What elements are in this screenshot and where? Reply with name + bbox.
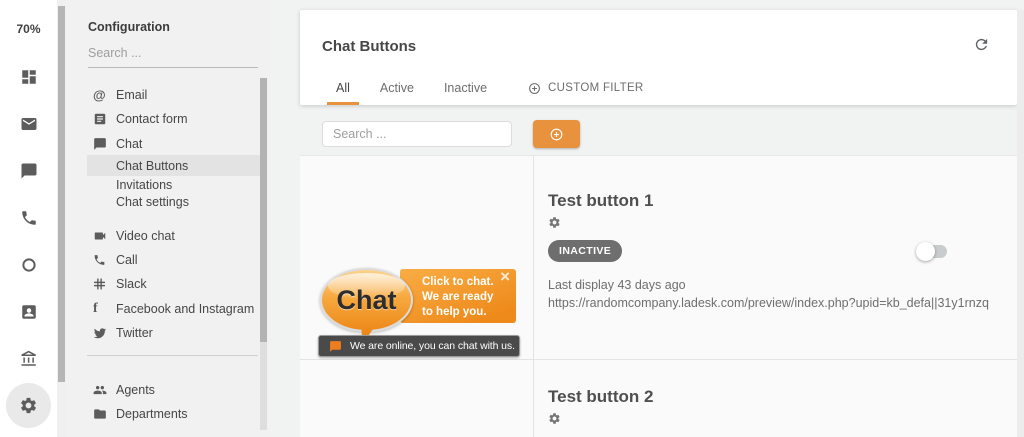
tab-label: Inactive — [444, 81, 487, 95]
gear-icon — [19, 396, 38, 415]
sidebar-item-email[interactable]: @ Email — [66, 84, 258, 106]
mail-icon[interactable] — [0, 115, 57, 133]
sidebar-item-label: Twitter — [116, 326, 153, 340]
sidebar-item-call[interactable]: Call — [66, 249, 258, 271]
sidebar-item-label: Chat Buttons — [116, 159, 188, 173]
slack-icon — [93, 278, 106, 291]
sidebar-divider — [87, 355, 258, 356]
sidebar-item-agents[interactable]: Agents — [66, 379, 258, 401]
tab-label: All — [336, 81, 350, 95]
custom-filter-button[interactable]: CUSTOM FILTER — [516, 71, 655, 105]
column-divider — [533, 156, 534, 437]
page-title: Chat Buttons — [322, 38, 416, 55]
chat-bubble-icon — [93, 137, 107, 151]
sidebar-item-facebook-instagram[interactable]: f Facebook and Instagram — [66, 298, 258, 320]
ring-status-icon[interactable] — [0, 256, 57, 274]
config-scrollbar — [260, 78, 267, 430]
button-title: Test button 1 — [548, 191, 653, 211]
facebook-icon: f — [93, 301, 98, 317]
chat-widget-bubble: Chat — [320, 268, 413, 332]
bank-icon[interactable] — [0, 350, 57, 368]
configuration-panel: Configuration @ Email Contact form Chat … — [66, 0, 270, 437]
close-icon[interactable]: × — [500, 268, 510, 286]
sidebar-item-label: Call — [116, 253, 138, 267]
plus-circle-icon — [528, 82, 541, 95]
button-settings-button[interactable] — [548, 412, 561, 425]
rail-scrollbar — [57, 0, 66, 437]
at-icon: @ — [93, 88, 106, 103]
availability-percentage: 70% — [0, 22, 57, 36]
list-search-input[interactable] — [322, 121, 512, 147]
status-badge: INACTIVE — [548, 240, 622, 262]
widget-panel-text: We are ready — [422, 290, 516, 305]
chat-bubble-label: Chat — [337, 285, 397, 316]
folder-icon — [93, 407, 107, 421]
tab-inactive[interactable]: Inactive — [429, 71, 502, 105]
panel-title: Configuration — [88, 20, 170, 34]
row-divider — [300, 359, 1024, 360]
sidebar-item-label: Agents — [116, 383, 155, 397]
phone-icon[interactable] — [0, 209, 57, 227]
button-title: Test button 2 — [548, 387, 653, 407]
sidebar-item-twitter[interactable]: Twitter — [66, 322, 258, 344]
sidebar-item-chat-settings[interactable]: Chat settings — [66, 192, 258, 211]
sidebar-item-contact-form[interactable]: Contact form — [66, 108, 258, 130]
settings-button[interactable] — [6, 383, 51, 428]
chat-buttons-list: Click to chat. We are ready to help you.… — [300, 155, 1024, 437]
sidebar-item-label: Slack — [116, 277, 147, 291]
rail-scrollbar-thumb[interactable] — [58, 6, 65, 382]
toggle-knob — [916, 242, 935, 261]
sidebar-item-label: Departments — [116, 407, 188, 421]
sidebar-item-label: Email — [116, 88, 147, 102]
refresh-button[interactable] — [973, 36, 990, 53]
online-status-bar: We are online, you can chat with us. — [318, 335, 520, 357]
header-card: Chat Buttons All Active Inactive CUSTOM … — [300, 10, 1017, 105]
refresh-icon — [973, 36, 990, 53]
sidebar-item-video-chat[interactable]: Video chat — [66, 225, 258, 247]
plus-circle-icon — [549, 127, 564, 142]
dashboard-icon[interactable] — [0, 68, 57, 86]
filter-tabs: All Active Inactive CUSTOM FILTER — [321, 71, 656, 105]
chat-widget-panel: Click to chat. We are ready to help you.… — [400, 269, 516, 323]
main-content: Chat Buttons All Active Inactive CUSTOM … — [270, 0, 1024, 437]
page-scrollbar-track[interactable] — [1017, 10, 1024, 437]
chat-bubble-icon — [329, 340, 342, 353]
twitter-icon — [93, 326, 107, 340]
widget-panel-text: to help you. — [422, 305, 516, 320]
phone-icon — [93, 254, 106, 267]
people-icon — [93, 383, 107, 397]
add-chat-button[interactable] — [533, 120, 580, 148]
sidebar-item-label: Chat settings — [116, 195, 189, 209]
sidebar-item-label: Chat — [116, 137, 142, 151]
sidebar-item-label: Invitations — [116, 178, 172, 192]
sidebar-item-slack[interactable]: Slack — [66, 273, 258, 295]
chat-icon[interactable] — [0, 162, 57, 180]
preview-url: https://randomcompany.ladesk.com/preview… — [548, 296, 989, 310]
gear-icon — [548, 216, 561, 229]
contact-card-icon[interactable] — [0, 303, 57, 321]
sidebar-item-label: Video chat — [116, 229, 175, 243]
tab-all[interactable]: All — [321, 71, 365, 105]
tab-label: Active — [380, 81, 414, 95]
last-display-text: Last display 43 days ago — [548, 278, 686, 292]
sidebar-item-chat[interactable]: Chat — [66, 133, 258, 155]
button-settings-button[interactable] — [548, 216, 561, 229]
online-status-text: We are online, you can chat with us. — [350, 340, 515, 352]
tab-active[interactable]: Active — [365, 71, 429, 105]
custom-filter-label: CUSTOM FILTER — [548, 82, 643, 94]
sidebar-item-label: Facebook and Instagram — [116, 302, 254, 316]
sidebar-item-departments[interactable]: Departments — [66, 403, 258, 425]
document-icon — [93, 112, 107, 126]
sidebar-item-chat-buttons[interactable]: Chat Buttons — [87, 155, 263, 176]
sidebar-item-label: Contact form — [116, 112, 188, 126]
app-icon-rail: 70% — [0, 0, 57, 437]
config-scrollbar-thumb[interactable] — [260, 78, 267, 342]
videocam-icon — [93, 229, 107, 243]
config-search-input[interactable] — [88, 42, 258, 68]
gear-icon — [548, 412, 561, 425]
enable-toggle[interactable] — [918, 245, 947, 258]
